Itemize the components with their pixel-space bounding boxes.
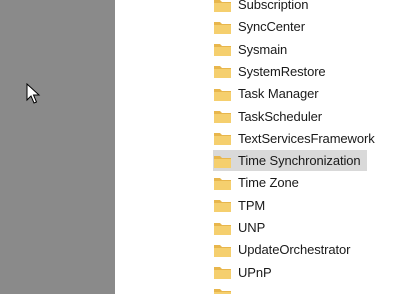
tree-item-label: UpdateOrchestrator xyxy=(238,242,351,258)
folder-icon xyxy=(214,177,231,190)
folder-icon xyxy=(214,0,231,12)
tree-item-label: Time Synchronization xyxy=(238,153,361,169)
folder-icon xyxy=(214,66,231,79)
tree-item-label: Sysmain xyxy=(238,41,288,57)
mouse-pointer-icon xyxy=(26,83,41,104)
tree-item[interactable]: TPM xyxy=(213,195,271,216)
tree-item-label: SyncCenter xyxy=(238,19,305,35)
tree-item-label: UNP xyxy=(238,220,266,235)
folder-icon xyxy=(214,88,231,101)
tree-item[interactable]: UNP xyxy=(213,217,271,238)
tree-item[interactable]: SyncCenter xyxy=(213,16,311,37)
folder-icon xyxy=(214,244,231,257)
tree-item[interactable]: Time Zone xyxy=(213,172,305,193)
tree-item[interactable]: TextServicesFramework xyxy=(213,128,381,149)
tree-item[interactable]: Sysmain xyxy=(213,39,293,60)
folder-icon xyxy=(214,267,231,280)
folder-icon xyxy=(214,21,231,34)
tree-item-label: Task Manager xyxy=(238,86,319,102)
tree-item-label: Time Zone xyxy=(238,175,299,191)
tree-item[interactable]: TaskScheduler xyxy=(213,106,328,127)
folder-icon xyxy=(214,200,231,213)
tree-item[interactable]: SystemRestore xyxy=(213,61,332,82)
tree-item-label: TaskScheduler xyxy=(238,108,322,124)
tree-item[interactable]: Time Synchronization xyxy=(213,150,367,172)
tree-item-label: TextServicesFramework xyxy=(238,130,375,146)
tree-item-label: UPnP xyxy=(238,264,272,280)
left-pane[interactable] xyxy=(0,0,115,294)
tree-item-label: Subscription xyxy=(238,0,309,12)
folder-icon xyxy=(214,289,231,294)
tree-item[interactable] xyxy=(213,284,244,294)
tree-item-label: TPM xyxy=(238,197,266,213)
tree-item[interactable]: UpdateOrchestrator xyxy=(213,239,356,260)
tree-item[interactable]: Subscription xyxy=(213,0,314,15)
folder-icon xyxy=(214,222,231,235)
tree-item[interactable]: Task Manager xyxy=(213,83,324,104)
tree-item[interactable]: UPnP xyxy=(213,262,278,283)
folder-icon xyxy=(214,111,231,123)
folder-icon xyxy=(214,133,231,146)
folder-icon xyxy=(214,44,231,57)
folder-tree[interactable]: Subscription SyncCenter Sysmain SystemResto… xyxy=(121,0,397,294)
tree-item-label: SystemRestore xyxy=(238,63,326,79)
folder-icon xyxy=(214,155,231,168)
